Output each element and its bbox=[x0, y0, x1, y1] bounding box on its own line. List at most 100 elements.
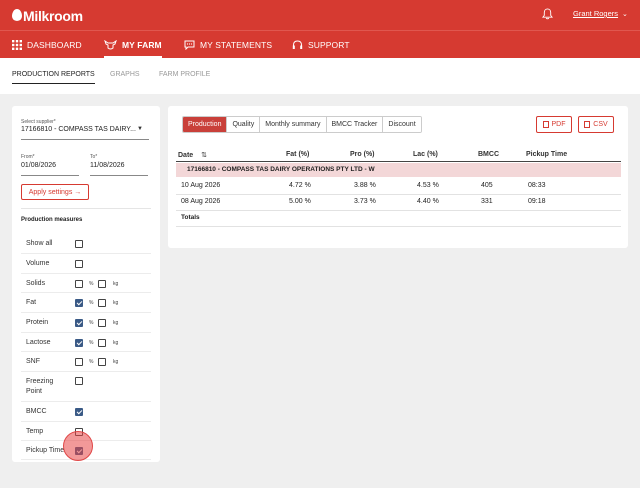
measure-row-show-all: Show all bbox=[21, 234, 151, 254]
measure-row-freezing-point: Freezing Point bbox=[21, 372, 151, 402]
measure-row-volume: Volume bbox=[21, 254, 151, 274]
user-menu[interactable]: Grant Rogers bbox=[573, 9, 618, 18]
file-icon bbox=[542, 121, 549, 128]
to-date-input[interactable]: 11/08/2026 bbox=[90, 162, 125, 169]
totals-label: Totals bbox=[181, 214, 200, 221]
nav-my-statements[interactable]: MY STATEMENTS bbox=[184, 31, 272, 58]
milkroom-logo[interactable]: Milkroom bbox=[12, 8, 83, 24]
nav-my-farm[interactable]: MY FARM bbox=[104, 31, 162, 59]
measure-label: Protein bbox=[26, 319, 49, 326]
from-underline bbox=[21, 175, 79, 176]
apply-settings-button[interactable]: Apply settings → bbox=[21, 184, 89, 200]
solids-kg-checkbox[interactable] bbox=[98, 280, 106, 288]
cell-fat: 5.00 % bbox=[289, 198, 311, 205]
unit-percent: % bbox=[89, 281, 94, 287]
nav-my-farm-label: MY FARM bbox=[122, 39, 162, 50]
col-pro: Pro (%) bbox=[350, 151, 375, 158]
nav-dashboard[interactable]: DASHBOARD bbox=[12, 31, 82, 58]
filter-panel: Select supplier* 17166810 - COMPASS TAS … bbox=[12, 106, 160, 462]
touch-indicator bbox=[63, 431, 93, 461]
supplier-group-row: 17166810 - COMPASS TAS DAIRY OPERATIONS … bbox=[176, 163, 621, 177]
measure-label: Freezing Point bbox=[26, 378, 54, 395]
nav-support[interactable]: SUPPORT bbox=[292, 31, 350, 58]
from-date-input[interactable]: 01/08/2026 bbox=[21, 162, 56, 169]
top-bar: Milkroom Grant Rogers ⌄ bbox=[0, 0, 640, 30]
unit-percent: % bbox=[89, 340, 94, 346]
supplier-underline bbox=[21, 139, 149, 140]
caret-down-icon[interactable]: ▼ bbox=[137, 126, 143, 132]
col-date[interactable]: Date ⇅ bbox=[178, 151, 207, 159]
protein-kg-checkbox[interactable] bbox=[98, 319, 106, 327]
cell-lac: 4.53 % bbox=[417, 182, 439, 189]
tab-production-reports[interactable]: PRODUCTION REPORTS bbox=[12, 71, 95, 84]
cell-date: 10 Aug 2026 bbox=[181, 182, 221, 189]
tab-farm-profile[interactable]: FARM PROFILE bbox=[159, 71, 210, 78]
chevron-down-icon[interactable]: ⌄ bbox=[622, 10, 628, 18]
lactose-kg-checkbox[interactable] bbox=[98, 339, 106, 347]
production-measures-title: Production measures bbox=[21, 217, 83, 223]
cell-bmcc: 405 bbox=[481, 182, 493, 189]
measure-label: SNF bbox=[26, 358, 40, 365]
solids-percent-checkbox[interactable] bbox=[75, 280, 83, 288]
measure-row-fat: Fat % kg bbox=[21, 293, 151, 313]
measure-label: Pickup Time bbox=[26, 447, 65, 454]
tab-monthly-summary[interactable]: Monthly summary bbox=[260, 117, 327, 132]
supplier-select[interactable]: 17166810 - COMPASS TAS DAIRY... bbox=[21, 126, 141, 133]
protein-percent-checkbox[interactable] bbox=[75, 319, 83, 327]
unit-kg: kg bbox=[113, 281, 119, 287]
snf-kg-checkbox[interactable] bbox=[98, 358, 106, 366]
measure-label: Temp bbox=[26, 428, 44, 435]
unit-kg: kg bbox=[113, 359, 119, 365]
measure-row-protein: Protein % kg bbox=[21, 313, 151, 333]
fat-kg-checkbox[interactable] bbox=[98, 299, 106, 307]
logo-text: Milkroom bbox=[23, 8, 83, 24]
grid-icon bbox=[12, 39, 22, 50]
file-icon bbox=[584, 121, 591, 128]
measure-label: Solids bbox=[26, 280, 46, 287]
chat-icon bbox=[184, 40, 195, 50]
measure-row-lactose: Lactose % kg bbox=[21, 333, 151, 352]
cell-pro: 3.88 % bbox=[354, 182, 376, 189]
nav-my-statements-label: MY STATEMENTS bbox=[200, 39, 273, 50]
pdf-label: PDF bbox=[551, 121, 566, 128]
pdf-button[interactable]: PDF bbox=[536, 116, 572, 133]
show-all-checkbox[interactable] bbox=[75, 240, 83, 248]
bmcc-checkbox[interactable] bbox=[75, 408, 83, 416]
unit-percent: % bbox=[89, 300, 94, 306]
tab-bmcc-tracker[interactable]: BMCC Tracker bbox=[326, 117, 384, 132]
col-lac: Lac (%) bbox=[413, 151, 438, 158]
unit-kg: kg bbox=[113, 300, 119, 306]
volume-checkbox[interactable] bbox=[75, 260, 83, 268]
fat-percent-checkbox[interactable] bbox=[75, 299, 83, 307]
main-nav: DASHBOARD MY FARM MY STATEMENTS SUPPORT bbox=[0, 30, 640, 59]
measure-row-snf: SNF % kg bbox=[21, 352, 151, 372]
cell-lac: 4.40 % bbox=[417, 198, 439, 205]
freezing-point-checkbox[interactable] bbox=[75, 377, 83, 385]
tab-quality[interactable]: Quality bbox=[227, 117, 261, 132]
unit-percent: % bbox=[89, 320, 94, 326]
tab-discount[interactable]: Discount bbox=[383, 117, 421, 132]
unit-kg: kg bbox=[113, 340, 119, 346]
measure-row-bmcc: BMCC bbox=[21, 402, 151, 422]
headset-icon bbox=[292, 39, 303, 49]
cell-bmcc: 331 bbox=[481, 198, 493, 205]
row-divider bbox=[176, 210, 621, 211]
measure-label: BMCC bbox=[26, 408, 47, 415]
snf-percent-checkbox[interactable] bbox=[75, 358, 83, 366]
tab-production[interactable]: Production bbox=[183, 117, 228, 132]
nav-dashboard-label: DASHBOARD bbox=[27, 39, 82, 50]
milk-drop-icon bbox=[12, 9, 22, 21]
col-bmcc: BMCC bbox=[478, 151, 499, 158]
unit-kg: kg bbox=[113, 320, 119, 326]
col-date-label: Date bbox=[178, 152, 194, 159]
sort-icon[interactable]: ⇅ bbox=[201, 152, 207, 159]
csv-button[interactable]: CSV bbox=[578, 116, 614, 133]
group-title: 17166810 - COMPASS TAS DAIRY OPERATIONS … bbox=[187, 166, 375, 173]
bell-icon[interactable] bbox=[542, 8, 553, 20]
row-divider bbox=[176, 194, 621, 195]
report-panel: Production Quality Monthly summary BMCC … bbox=[168, 106, 628, 248]
tab-graphs[interactable]: GRAPHS bbox=[110, 71, 140, 78]
measure-label: Lactose bbox=[26, 339, 51, 346]
lactose-percent-checkbox[interactable] bbox=[75, 339, 83, 347]
cell-fat: 4.72 % bbox=[289, 182, 311, 189]
